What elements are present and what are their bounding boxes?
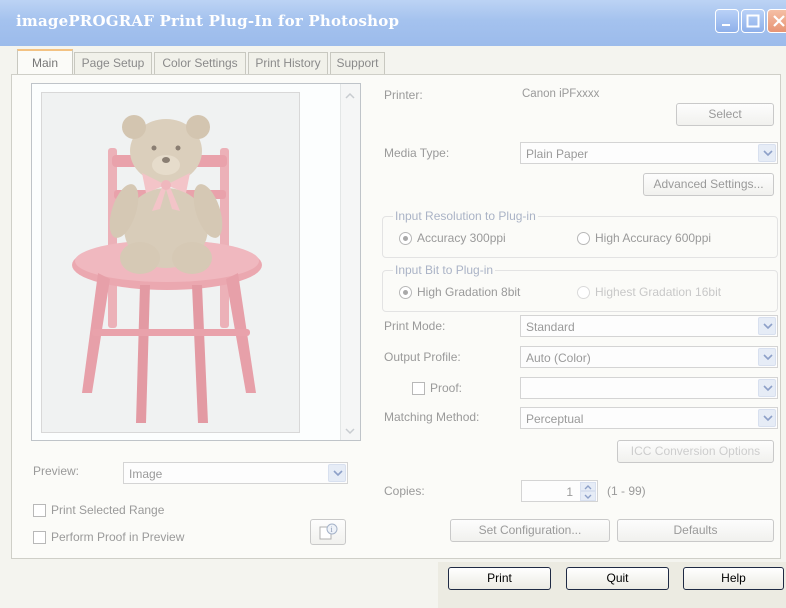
tab-print-history[interactable]: Print History <box>248 52 328 74</box>
matching-method-label: Matching Method: <box>384 410 480 424</box>
high-accuracy-600-radio[interactable] <box>577 232 590 245</box>
printer-label: Printer: <box>384 88 423 102</box>
print-button[interactable]: Print <box>448 567 551 590</box>
matching-method-value: Perceptual <box>526 412 584 426</box>
dropdown-button[interactable] <box>758 379 776 397</box>
tab-color-settings[interactable]: Color Settings <box>154 52 246 74</box>
preview-image <box>41 92 300 433</box>
chevron-down-icon <box>763 385 773 392</box>
chevron-down-icon <box>763 323 773 330</box>
copies-stepper[interactable]: 1 <box>521 480 598 502</box>
input-bit-title: Input Bit to Plug-in <box>393 263 496 277</box>
tab-support[interactable]: Support <box>330 52 385 74</box>
high-gradation-8bit-radio[interactable] <box>399 286 412 299</box>
close-icon <box>773 15 785 27</box>
highest-gradation-16bit-radio[interactable] <box>577 286 590 299</box>
perform-proof-checkbox[interactable] <box>33 531 46 544</box>
chevron-up-icon <box>584 485 592 490</box>
output-profile-label: Output Profile: <box>384 350 461 364</box>
perform-proof-label: Perform Proof in Preview <box>51 530 185 544</box>
maximize-button[interactable] <box>741 9 765 33</box>
input-resolution-title: Input Resolution to Plug-in <box>393 209 538 223</box>
maximize-icon <box>746 14 760 28</box>
high-accuracy-600-label: High Accuracy 600ppi <box>595 231 712 245</box>
dropdown-button[interactable] <box>758 317 776 335</box>
proof-select[interactable] <box>520 377 778 399</box>
printer-value: Canon iPFxxxx <box>522 88 600 100</box>
tab-main[interactable]: Main <box>17 49 73 75</box>
copies-range: (1 - 99) <box>607 484 646 498</box>
media-type-value: Plain Paper <box>526 147 589 161</box>
dropdown-button[interactable] <box>328 464 346 482</box>
scroll-up-icon[interactable] <box>342 88 358 104</box>
copies-value: 1 <box>566 485 573 499</box>
icc-conversion-options-button[interactable]: ICC Conversion Options <box>617 440 774 463</box>
scroll-down-icon[interactable] <box>342 423 358 439</box>
info-icon: i <box>319 523 338 540</box>
advanced-settings-button[interactable]: Advanced Settings... <box>643 173 774 196</box>
title-bar: imagePROGRAF Print Plug-In for Photoshop <box>0 0 786 46</box>
chevron-down-icon <box>763 150 773 157</box>
preview-value: Image <box>129 467 163 481</box>
help-button[interactable]: Help <box>683 567 784 590</box>
preview-scrollbar[interactable] <box>340 84 360 440</box>
defaults-button[interactable]: Defaults <box>617 519 774 542</box>
print-selected-range-checkbox[interactable] <box>33 504 46 517</box>
copies-down-button[interactable] <box>580 491 596 501</box>
preview-select[interactable]: Image <box>123 462 348 484</box>
media-type-select[interactable]: Plain Paper <box>520 142 778 164</box>
dropdown-button[interactable] <box>758 409 776 427</box>
window-title: imagePROGRAF Print Plug-In for Photoshop <box>16 12 400 30</box>
dropdown-button[interactable] <box>758 144 776 162</box>
minimize-icon <box>722 24 730 26</box>
accuracy-300-label: Accuracy 300ppi <box>417 231 506 245</box>
proof-checkbox[interactable] <box>412 382 425 395</box>
highest-gradation-16bit-label: Highest Gradation 16bit <box>595 285 722 299</box>
chevron-down-icon <box>333 470 343 477</box>
accuracy-300-radio[interactable] <box>399 232 412 245</box>
minimize-button[interactable] <box>715 9 739 33</box>
print-mode-select[interactable]: Standard <box>520 315 778 337</box>
close-button[interactable] <box>767 9 786 33</box>
proof-label: Proof: <box>430 381 463 395</box>
select-printer-button[interactable]: Select <box>676 103 774 126</box>
quit-button[interactable]: Quit <box>566 567 669 590</box>
dropdown-button[interactable] <box>758 348 776 366</box>
preview-label: Preview: <box>33 464 80 478</box>
print-mode-value: Standard <box>526 320 575 334</box>
tab-page-setup[interactable]: Page Setup <box>74 52 152 74</box>
chevron-down-icon <box>584 494 592 499</box>
info-button[interactable]: i <box>310 519 346 545</box>
matching-method-select[interactable]: Perceptual <box>520 407 778 429</box>
high-gradation-8bit-label: High Gradation 8bit <box>417 285 521 299</box>
set-configuration-button[interactable]: Set Configuration... <box>450 519 610 542</box>
copies-label: Copies: <box>384 484 425 498</box>
media-type-label: Media Type: <box>384 146 450 160</box>
chevron-down-icon <box>763 415 773 422</box>
chevron-down-icon <box>763 354 773 361</box>
output-profile-value: Auto (Color) <box>526 351 591 365</box>
print-selected-range-label: Print Selected Range <box>51 503 165 517</box>
copies-up-button[interactable] <box>580 482 596 491</box>
output-profile-select[interactable]: Auto (Color) <box>520 346 778 368</box>
print-mode-label: Print Mode: <box>384 319 446 333</box>
